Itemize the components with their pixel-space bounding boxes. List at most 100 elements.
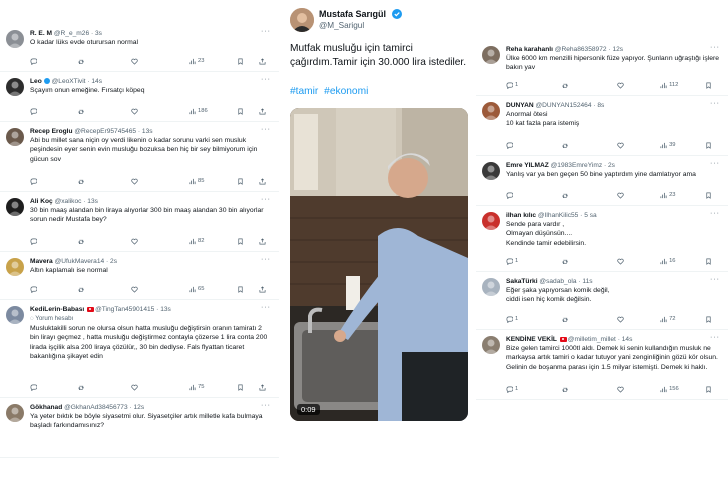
post-time[interactable]: 12s [612,46,623,53]
like-button[interactable] [131,384,138,391]
bookmark-button[interactable] [237,108,244,115]
like-button[interactable] [617,258,624,265]
author-handle[interactable]: @R_e_m26 [54,30,89,37]
reply-button[interactable] [30,238,37,245]
author-handle[interactable]: @Reha86358972 [555,46,607,53]
post-time[interactable]: 12s [134,404,145,411]
author-name[interactable]: KENDİNE VEKİL [506,336,557,343]
views-button[interactable]: 16 [660,258,676,265]
reply-tweet[interactable]: KENDİNE VEKİL @milletim_millet · 14s ··· B… [476,330,728,400]
bookmark-button[interactable] [237,286,244,293]
reply-button[interactable] [506,192,515,199]
views-button[interactable]: 65 [189,286,205,293]
reply-button[interactable] [30,108,37,115]
reply-tweet[interactable]: Leo @LeoXTivit · 14s ··· Sçayım onun emeği… [0,72,279,122]
author-name[interactable]: Leo [30,78,42,85]
more-options-icon[interactable]: ··· [710,276,720,283]
bookmark-button[interactable] [237,384,244,391]
bookmark-button[interactable] [705,386,712,393]
avatar[interactable] [6,30,24,48]
author-handle[interactable]: @UfukMavera14 [55,258,105,265]
author-name[interactable]: Recep Eroglu [30,128,73,135]
bookmark-button[interactable] [705,82,712,89]
author-handle[interactable]: @milletim_millet [568,336,616,343]
retweet-button[interactable] [561,316,569,323]
share-button[interactable] [259,286,266,293]
avatar[interactable] [482,278,500,296]
views-button[interactable]: 85 [189,178,205,185]
author-handle[interactable]: @DUNYAN152464 [535,102,591,109]
author-handle[interactable]: @sadab_ola [539,278,576,285]
share-button[interactable] [259,238,266,245]
author-handle[interactable]: @IlhanKilic55 [538,212,578,219]
like-button[interactable] [131,178,138,185]
reply-button[interactable] [30,178,37,185]
author-name[interactable]: Reha karahanlı [506,46,553,53]
views-button[interactable]: 39 [660,142,676,149]
more-options-icon[interactable]: ··· [261,304,271,311]
share-button[interactable] [259,384,266,391]
retweet-button[interactable] [78,286,85,293]
views-button[interactable]: 82 [189,238,205,245]
reply-button[interactable] [506,142,515,149]
avatar[interactable] [482,102,500,120]
post-time[interactable]: 11s [582,278,592,285]
author-handle[interactable]: @GkhanAd38456773 [64,404,128,411]
more-options-icon[interactable]: ··· [710,44,720,51]
more-options-icon[interactable]: ··· [710,160,720,167]
reply-button[interactable]: 1 [506,316,518,323]
avatar[interactable] [6,78,24,96]
bookmark-button[interactable] [705,192,712,199]
more-options-icon[interactable]: ··· [261,256,271,263]
reply-button[interactable]: 1 [506,258,518,265]
avatar[interactable] [482,162,500,180]
bookmark-button[interactable] [237,178,244,185]
avatar[interactable] [482,46,500,64]
like-button[interactable] [131,286,138,293]
author-name[interactable]: Emre YILMAZ [506,162,549,169]
retweet-button[interactable] [78,238,85,245]
reply-button[interactable]: 1 [506,82,518,89]
post-time[interactable]: 13s [87,198,98,205]
views-button[interactable]: 23 [660,192,676,199]
like-button[interactable] [617,316,624,323]
post-time[interactable]: 14s [91,78,102,85]
author-handle[interactable]: @TingTan45901415 [95,306,154,313]
author-handle[interactable]: @M_Sarigul [319,21,364,30]
post-time[interactable]: 13s [160,306,171,313]
post-time[interactable]: 14s [622,336,633,343]
reply-tweet[interactable]: KediLerin-Babası @TingTan45901415 · 13s ·… [0,300,279,398]
author-name[interactable]: SakaTürki [506,278,538,285]
reply-button[interactable]: 1 [506,386,518,393]
avatar[interactable] [6,306,24,324]
post-time[interactable]: 13s [142,128,153,135]
like-button[interactable] [131,238,138,245]
bookmark-button[interactable] [705,142,712,149]
more-options-icon[interactable]: ··· [710,100,720,107]
avatar[interactable] [6,128,24,146]
reply-tweet[interactable]: Emre YILMAZ @1983EmreYimz · 2s ··· Yanlış … [476,156,728,206]
share-button[interactable] [259,58,266,65]
retweet-button[interactable] [561,192,569,199]
retweet-button[interactable] [561,142,569,149]
reply-tweet[interactable]: DUNYAN @DUNYAN152464 · 8s ··· Anormal ötes… [476,96,728,156]
retweet-button[interactable] [78,384,85,391]
author-handle[interactable]: @LeoXTivit [52,78,86,85]
views-button[interactable]: 72 [660,316,676,323]
avatar[interactable] [6,198,24,216]
avatar[interactable] [290,8,314,32]
avatar[interactable] [482,336,500,354]
post-time[interactable]: 5 sa [584,212,596,219]
share-button[interactable] [259,108,266,115]
like-button[interactable] [617,192,624,199]
reply-tweet[interactable]: Mavera @UfukMavera14 · 2s ··· Altın kaplam… [0,252,279,300]
author-name[interactable]: ilhan kılıc [506,212,536,219]
hashtag-link[interactable]: #tamir [290,86,318,97]
video-player[interactable]: 0:09 [290,108,468,421]
author-name[interactable]: KediLerin-Babası [30,306,84,313]
views-button[interactable]: 156 [660,386,679,393]
more-options-icon[interactable]: ··· [261,28,271,35]
like-button[interactable] [617,82,624,89]
more-options-icon[interactable]: ··· [710,334,720,341]
author-name[interactable]: DUNYAN [506,102,534,109]
